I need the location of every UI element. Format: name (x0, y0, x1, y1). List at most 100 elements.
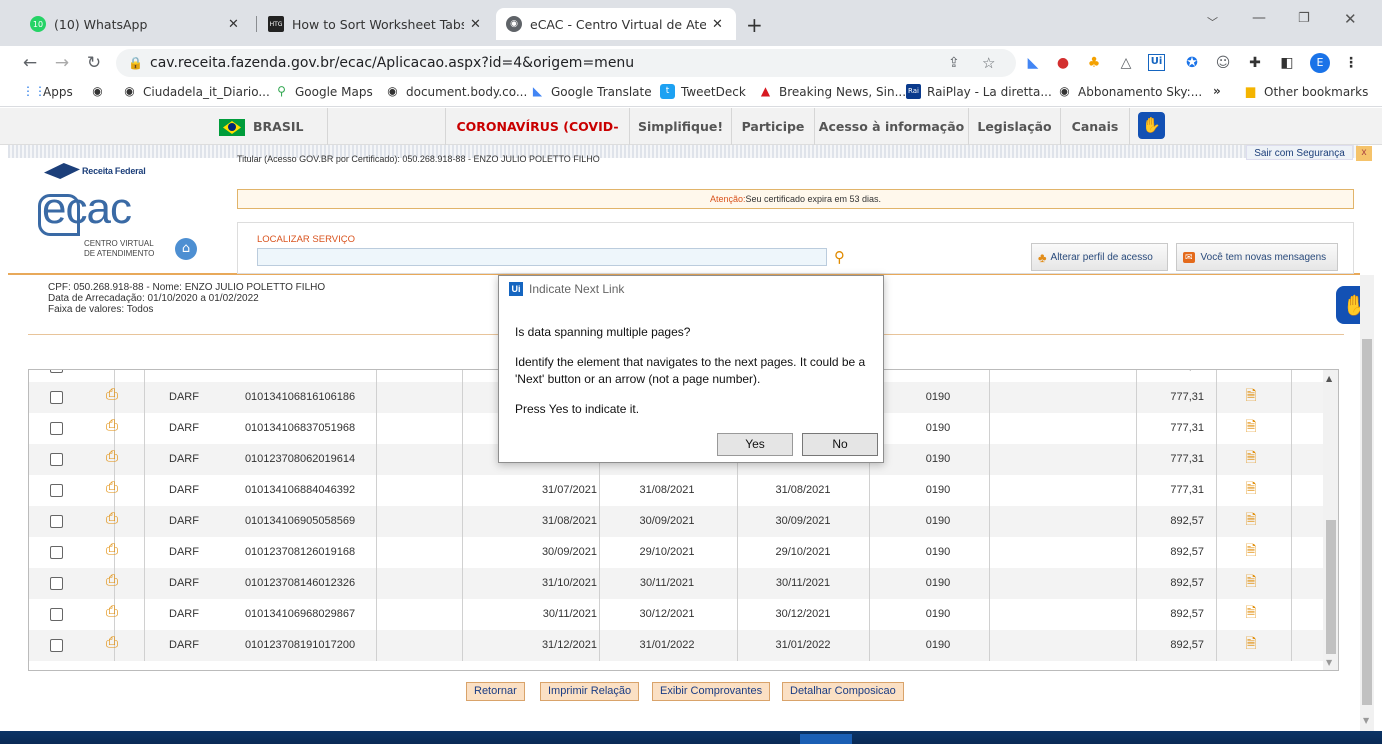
detail-search-icon[interactable]: 🗎 (1239, 413, 1263, 444)
extension-lastpass-icon[interactable]: ● (1054, 54, 1072, 72)
bookmark-google-translate[interactable]: ◣ Google Translate (530, 84, 652, 99)
extension-people-icon[interactable]: ♣ (1085, 54, 1103, 72)
gov-link-simplifique[interactable]: Simplifique! (629, 108, 731, 145)
forward-icon[interactable]: → (50, 51, 74, 75)
printer-icon[interactable]: ⎙ (99, 475, 125, 506)
home-icon[interactable]: ⌂ (175, 238, 197, 260)
tab-whatsapp[interactable]: 10 (10) WhatsApp ✕ (20, 8, 252, 40)
minimize-icon[interactable]: — (1252, 10, 1266, 26)
profile-avatar[interactable]: E (1310, 53, 1330, 73)
imprimir-relacao-button[interactable]: Imprimir Relação (540, 682, 640, 701)
sair-close-icon[interactable]: x (1356, 146, 1372, 161)
exibir-comprovantes-button[interactable]: Exibir Comprovantes (652, 682, 771, 701)
page-scrollbar[interactable]: ▼ (1360, 275, 1374, 731)
back-icon[interactable]: ← (18, 51, 42, 75)
yes-button[interactable]: Yes (717, 433, 793, 456)
row-checkbox[interactable] (50, 453, 63, 466)
gov-link-acesso-informacao[interactable]: Acesso à informação (814, 108, 968, 145)
extension-uipath-icon[interactable]: Ui (1148, 54, 1165, 71)
detail-search-icon[interactable]: 🗎 (1239, 382, 1263, 413)
tab-search-icon[interactable]: ﹀ (1207, 14, 1218, 30)
side-panel-icon[interactable]: ◧ (1278, 54, 1296, 72)
new-tab-button[interactable]: + (746, 13, 763, 37)
scroll-thumb[interactable] (1326, 520, 1336, 654)
scroll-up-arrow-icon[interactable]: ▲ (1326, 374, 1332, 383)
scroll-down-arrow-icon[interactable]: ▼ (1326, 658, 1332, 667)
bookmark-google-maps[interactable]: ⚲ Google Maps (274, 84, 373, 99)
printer-icon[interactable]: ⎙ (99, 630, 125, 661)
window-close-icon[interactable]: ✕ (1344, 10, 1357, 28)
row-checkbox[interactable] (50, 608, 63, 621)
printer-icon[interactable]: ⎙ (99, 506, 125, 537)
printer-icon[interactable]: ⎙ (99, 444, 125, 475)
extension-chat-icon[interactable]: ☺ (1214, 54, 1232, 72)
gov-brasil-label[interactable]: BRASIL (253, 108, 303, 145)
detalhar-composicao-button[interactable]: Detalhar Composicao (782, 682, 904, 701)
printer-icon[interactable]: ⎙ (99, 370, 125, 382)
printer-icon[interactable]: ⎙ (99, 413, 125, 444)
row-checkbox[interactable] (50, 639, 63, 652)
printer-icon[interactable]: ⎙ (99, 568, 125, 599)
ecac-logo[interactable]: ecac (38, 187, 153, 238)
search-icon[interactable]: ⚲ (834, 248, 845, 266)
row-checkbox[interactable] (50, 577, 63, 590)
detail-search-icon[interactable]: 🗎 (1239, 370, 1263, 382)
alterar-perfil-button[interactable]: ♣ Alterar perfil de acesso (1031, 243, 1168, 271)
printer-icon[interactable]: ⎙ (99, 382, 125, 413)
taskbar-active-item[interactable] (800, 734, 852, 744)
printer-icon[interactable]: ⎙ (99, 537, 125, 568)
other-bookmarks[interactable]: ▆ Other bookmarks (1243, 84, 1368, 99)
share-icon[interactable]: ⇪ (948, 49, 960, 77)
extension-drive-icon[interactable]: △ (1117, 54, 1135, 72)
tab-howtogeek[interactable]: HTG How to Sort Worksheet Tabs in A ✕ (258, 8, 494, 40)
extension-translate-icon[interactable]: ◣ (1024, 54, 1042, 72)
bookmark-ciudadela[interactable]: ◉ Ciudadela_it_Diario... (122, 84, 270, 99)
gov-link-canais[interactable]: Canais (1060, 108, 1130, 145)
no-button[interactable]: No (802, 433, 878, 456)
extensions-puzzle-icon[interactable]: ✚ (1246, 54, 1264, 72)
detail-search-icon[interactable]: 🗎 (1239, 568, 1263, 599)
bookmark-document-body[interactable]: ◉ document.body.co... (385, 84, 527, 99)
detail-search-icon[interactable]: 🗎 (1239, 475, 1263, 506)
address-bar[interactable]: 🔒 cav.receita.fazenda.gov.br/ecac/Aplica… (116, 49, 1016, 77)
detail-search-icon[interactable]: 🗎 (1239, 537, 1263, 568)
bookmark-star-icon[interactable]: ☆ (982, 49, 995, 77)
accessibility-hands-icon[interactable]: ✋ (1138, 112, 1165, 139)
tab-ecac[interactable]: ◉ eCAC - Centro Virtual de Atendim ✕ (496, 8, 736, 40)
close-icon[interactable]: ✕ (228, 17, 242, 32)
bookmark-apps[interactable]: ⋮⋮ Apps (22, 84, 73, 99)
row-checkbox[interactable] (50, 370, 63, 373)
row-checkbox[interactable] (50, 546, 63, 559)
close-icon[interactable]: ✕ (712, 17, 726, 32)
row-checkbox[interactable] (50, 515, 63, 528)
page-scroll-thumb[interactable] (1362, 339, 1372, 705)
more-bookmarks-button[interactable]: » (1213, 84, 1221, 98)
mensagens-button[interactable]: ✉ Você tem novas mensagens (1176, 243, 1338, 271)
row-checkbox[interactable] (50, 391, 63, 404)
bookmark-tweetdeck[interactable]: t TweetDeck (660, 84, 746, 99)
page-scroll-down-icon[interactable]: ▼ (1363, 716, 1369, 725)
row-checkbox[interactable] (50, 422, 63, 435)
row-checkbox[interactable] (50, 484, 63, 497)
gov-link-participe[interactable]: Participe (731, 108, 814, 145)
detail-search-icon[interactable]: 🗎 (1239, 630, 1263, 661)
close-icon[interactable]: ✕ (470, 17, 484, 32)
menu-dots-icon[interactable]: ⋮ (1342, 54, 1360, 72)
sair-button[interactable]: Sair com Segurança (1246, 145, 1353, 160)
restore-icon[interactable]: ❐ (1298, 11, 1310, 26)
bookmark-raiplay[interactable]: Rai RaiPlay - La diretta... (906, 84, 1052, 99)
reload-icon[interactable]: ↻ (82, 51, 106, 75)
table-scrollbar[interactable]: ▲ ▼ (1323, 370, 1338, 670)
printer-icon[interactable]: ⎙ (99, 599, 125, 630)
retornar-button[interactable]: Retornar (466, 682, 525, 701)
detail-search-icon[interactable]: 🗎 (1239, 444, 1263, 475)
localizar-input[interactable] (257, 248, 827, 266)
bookmark-globe[interactable]: ◉ (90, 84, 111, 99)
extension-vpn-icon[interactable]: ✪ (1183, 54, 1201, 72)
gov-link-covid[interactable]: CORONAVÍRUS (COVID-19) (445, 108, 629, 171)
detail-search-icon[interactable]: 🗎 (1239, 506, 1263, 537)
detail-search-icon[interactable]: 🗎 (1239, 599, 1263, 630)
gov-link-legislacao[interactable]: Legislação (968, 108, 1060, 145)
bookmark-sky[interactable]: ◉ Abbonamento Sky:... (1057, 84, 1202, 99)
bookmark-breaking-news[interactable]: ▲ Breaking News, Sin... (758, 84, 906, 99)
